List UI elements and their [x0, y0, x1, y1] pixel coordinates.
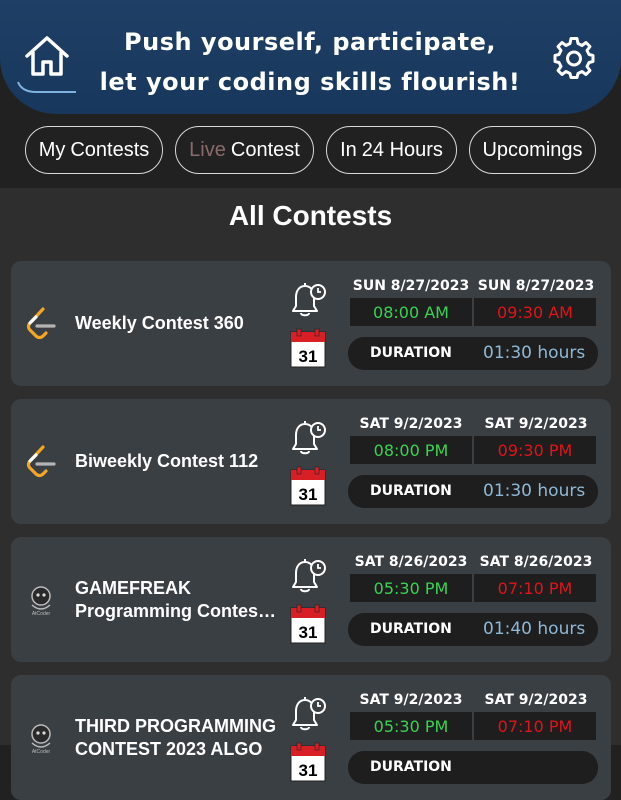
contest-card[interactable]: Biweekly Contest 112 31 SAT 9/2/2023 SAT… [11, 399, 611, 524]
tab-label: Contests [70, 138, 150, 161]
platform-logo-icon: AtCoder [23, 583, 59, 617]
duration-label: DURATION [370, 759, 452, 775]
tagline-line-2: let your coding skills flourish! [99, 68, 521, 96]
end-time: 07:10 PM [474, 574, 596, 602]
tab-prefix: My [38, 138, 66, 161]
start-date: SAT 8/26/2023 [354, 554, 468, 570]
duration-pill: DURATION [348, 751, 598, 784]
page-title: All Contests [228, 200, 393, 231]
start-time: 05:30 PM [350, 574, 472, 602]
end-date: SAT 9/2/2023 [484, 416, 588, 432]
filter-tabs: My Contests Live Contest In 24 Hours Upc… [0, 126, 621, 178]
tab-upcomings[interactable]: Upcomings [469, 126, 596, 174]
tab-label: Upcomings [482, 138, 583, 161]
home-underline-decoration [17, 81, 76, 93]
tagline-line-1: Push yourself, participate, [124, 28, 496, 56]
svg-text:AtCoder: AtCoder [32, 749, 51, 755]
tab-live-contest[interactable]: Live Contest [175, 126, 314, 174]
calendar-icon[interactable]: 31 [290, 466, 326, 506]
tab-label: 24 Hours [361, 138, 443, 161]
tab-my-contests[interactable]: My Contests [25, 126, 163, 174]
bell-alarm-icon[interactable] [287, 279, 329, 319]
end-time: 07:10 PM [474, 712, 596, 740]
header-tagline: Push yourself, participate, let your cod… [90, 22, 530, 102]
duration-pill: DURATION 01:30 hours [348, 475, 598, 508]
home-icon[interactable] [22, 32, 72, 80]
svg-text:AtCoder: AtCoder [32, 611, 51, 617]
start-date: SUN 8/27/2023 [352, 278, 470, 294]
duration-label: DURATION [370, 483, 452, 499]
start-time: 08:00 AM [350, 298, 472, 326]
start-date: SAT 9/2/2023 [359, 416, 463, 432]
start-time: 05:30 PM [350, 712, 472, 740]
svg-text:31: 31 [299, 485, 318, 504]
contest-name: Weekly Contest 360 [75, 313, 244, 333]
contest-name: GAMEFREAK Programming Contest 2023 [75, 577, 265, 621]
platform-logo-icon: AtCoder [23, 721, 59, 755]
duration-pill: DURATION 01:30 hours [348, 337, 598, 370]
tab-prefix: Live [189, 138, 226, 161]
duration-value: 01:30 hours [483, 343, 586, 363]
duration-value: 01:40 hours [483, 619, 586, 639]
end-date: SAT 9/2/2023 [484, 692, 588, 708]
calendar-icon[interactable]: 31 [290, 742, 326, 782]
duration-label: DURATION [370, 621, 452, 637]
end-date: SAT 8/26/2023 [479, 554, 593, 570]
start-date: SAT 9/2/2023 [359, 692, 463, 708]
duration-pill: DURATION 01:40 hours [348, 613, 598, 646]
gear-icon[interactable] [552, 36, 596, 80]
contest-name: Biweekly Contest 112 [75, 451, 259, 471]
platform-logo-icon [23, 445, 59, 479]
end-date: SUN 8/27/2023 [477, 278, 595, 294]
contest-card[interactable]: AtCoder THIRD PROGRAMMING CONTEST 2023 A… [11, 675, 611, 800]
duration-label: DURATION [370, 345, 452, 361]
tab-in-24-hours[interactable]: In 24 Hours [326, 126, 457, 174]
bell-alarm-icon[interactable] [287, 417, 329, 457]
svg-text:31: 31 [299, 623, 318, 642]
bell-alarm-icon[interactable] [287, 693, 329, 733]
tab-prefix: In [340, 138, 357, 161]
contest-card[interactable]: AtCoder GAMEFREAK Programming Contest 20… [11, 537, 611, 662]
platform-logo-icon [23, 307, 59, 341]
bell-alarm-icon[interactable] [287, 555, 329, 595]
calendar-icon[interactable]: 31 [290, 328, 326, 368]
start-time: 08:00 PM [350, 436, 472, 464]
calendar-icon[interactable]: 31 [290, 604, 326, 644]
contest-card[interactable]: Weekly Contest 360 31 SUN 8/27/2023 SUN … [11, 261, 611, 386]
contest-name: THIRD PROGRAMMING CONTEST 2023 ALGO [75, 715, 276, 759]
duration-value: 01:30 hours [483, 481, 586, 501]
tab-label: Contest [230, 138, 300, 161]
svg-text:31: 31 [299, 347, 318, 366]
app-header: Push yourself, participate, let your cod… [0, 0, 621, 114]
end-time: 09:30 AM [474, 298, 596, 326]
end-time: 09:30 PM [474, 436, 596, 464]
svg-text:31: 31 [299, 761, 318, 780]
